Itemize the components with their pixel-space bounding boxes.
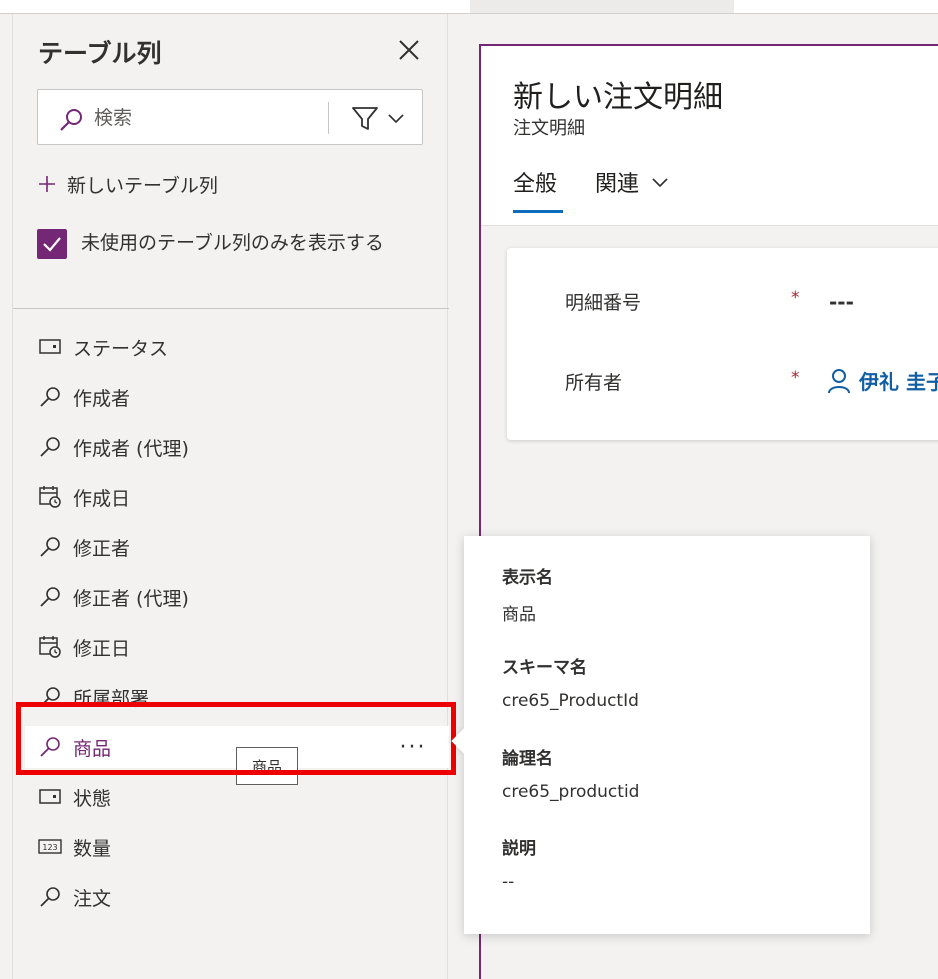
field-item-status[interactable]: ステータス xyxy=(25,326,449,368)
field-label: 作成日 xyxy=(73,487,131,510)
close-icon xyxy=(399,40,419,60)
field-label: ステータス xyxy=(73,337,169,360)
lookup-icon xyxy=(37,434,63,460)
tab-label: 関連 xyxy=(595,172,640,197)
search-box xyxy=(37,89,423,145)
calendar-clock-icon xyxy=(37,634,63,660)
tab-label: 全般 xyxy=(513,172,558,197)
line-number-value[interactable]: --- xyxy=(829,290,854,314)
line-number-label: 明細番号 xyxy=(565,292,642,314)
calendar-clock-icon xyxy=(37,484,63,510)
field-label: 修正者 (代理) xyxy=(73,587,189,610)
flyout-beak xyxy=(451,728,477,754)
field-label: 状態 xyxy=(73,787,112,810)
new-column-label: 新しいテーブル列 xyxy=(67,174,218,197)
owner-name: 伊礼 圭子 xyxy=(859,370,938,394)
search-divider xyxy=(328,102,329,134)
plus-icon xyxy=(39,176,55,192)
field-label: 作成者 xyxy=(73,387,131,410)
show-unused-label: 未使用のテーブル列のみを表示する xyxy=(81,232,384,254)
filter-button[interactable] xyxy=(342,103,414,133)
owner-lookup-value[interactable]: 伊礼 圭子 xyxy=(827,366,938,395)
field-item-owning-business-unit[interactable]: 所属部署 xyxy=(25,676,449,718)
field-item-created-by-delegate[interactable]: 作成者 (代理) xyxy=(25,426,449,468)
lookup-icon xyxy=(37,884,63,910)
display-name-value: 商品 xyxy=(502,605,536,625)
field-label: 修正日 xyxy=(73,637,131,660)
person-icon xyxy=(828,368,850,393)
field-item-order[interactable]: 注文 xyxy=(25,876,449,918)
field-item-quantity[interactable]: 123 数量 xyxy=(25,826,449,868)
field-label: 修正者 xyxy=(73,537,131,560)
form-title: 新しい注文明細 xyxy=(513,80,723,115)
number-icon: 123 xyxy=(37,834,63,860)
field-label: 所属部署 xyxy=(73,687,150,710)
search-icon xyxy=(60,109,82,131)
tab-related[interactable]: 関連 xyxy=(595,166,671,216)
chevron-down-icon xyxy=(388,114,404,124)
form-header: 新しい注文明細 注文明細 全般 関連 xyxy=(481,46,938,226)
column-details-flyout: 表示名 商品 スキーマ名 cre65_ProductId 論理名 cre65_p… xyxy=(451,536,870,934)
schema-name-value: cre65_ProductId xyxy=(502,691,639,711)
lookup-icon xyxy=(37,584,63,610)
display-name-label: 表示名 xyxy=(502,568,553,588)
more-options-button[interactable]: ··· xyxy=(393,732,433,762)
option-set-icon xyxy=(37,334,63,360)
form-subtitle: 注文明細 xyxy=(513,118,585,139)
field-label: 商品 xyxy=(73,737,112,760)
field-item-created-by[interactable]: 作成者 xyxy=(25,376,449,418)
field-item-created-on[interactable]: 作成日 xyxy=(25,476,449,518)
panel-divider xyxy=(13,308,449,309)
checkbox-checked[interactable] xyxy=(37,229,67,259)
field-label: 数量 xyxy=(73,837,112,860)
description-value: -- xyxy=(502,872,515,892)
tooltip: 商品 xyxy=(236,747,298,785)
svg-text:123: 123 xyxy=(42,843,57,852)
lookup-icon xyxy=(37,534,63,560)
field-item-modified-by[interactable]: 修正者 xyxy=(25,526,449,568)
checkmark-icon xyxy=(43,237,61,252)
lookup-icon xyxy=(37,384,63,410)
logical-name-label: 論理名 xyxy=(502,749,553,769)
table-columns-panel: テーブル列 新しいテーブル列 xyxy=(12,14,449,979)
chevron-down-icon xyxy=(652,178,668,188)
search-input[interactable] xyxy=(94,102,304,134)
field-item-modified-on[interactable]: 修正日 xyxy=(25,626,449,668)
logical-name-value: cre65_productid xyxy=(502,782,640,802)
owner-label: 所有者 xyxy=(565,372,623,394)
tab-general[interactable]: 全般 xyxy=(513,166,564,216)
filter-icon xyxy=(352,107,378,130)
field-label: 注文 xyxy=(73,887,112,910)
schema-name-label: スキーマ名 xyxy=(502,658,587,678)
field-item-modified-by-delegate[interactable]: 修正者 (代理) xyxy=(25,576,449,618)
option-set-icon xyxy=(37,784,63,810)
lookup-icon xyxy=(37,684,63,710)
top-strip xyxy=(0,0,938,14)
form-section-card: 明細番号 * --- 所有者 * 伊礼 圭子 xyxy=(507,248,938,440)
close-button[interactable] xyxy=(397,38,421,62)
new-column-button[interactable]: 新しいテーブル列 xyxy=(37,169,218,199)
lookup-icon xyxy=(37,734,63,760)
top-strip-segment xyxy=(470,0,734,14)
required-indicator: * xyxy=(791,288,800,308)
field-label: 作成者 (代理) xyxy=(73,437,189,460)
panel-title: テーブル列 xyxy=(38,39,162,68)
description-label: 説明 xyxy=(502,839,536,859)
required-indicator: * xyxy=(791,368,800,388)
